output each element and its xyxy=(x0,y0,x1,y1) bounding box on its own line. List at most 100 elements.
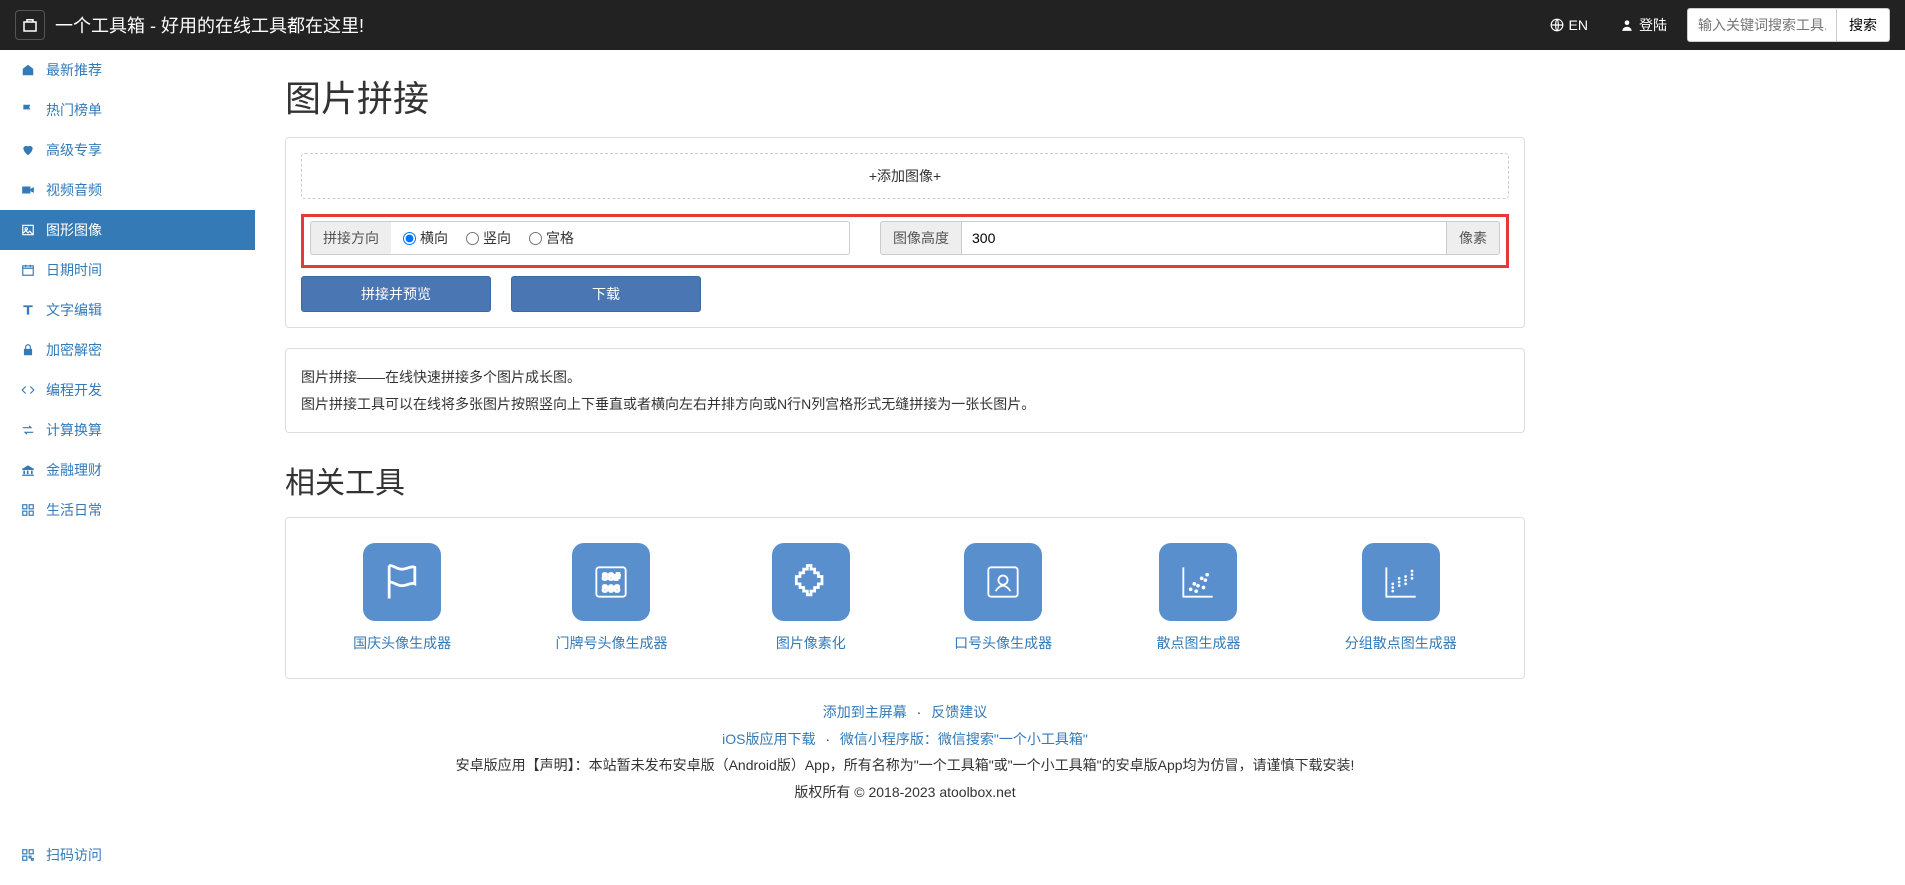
globe-icon xyxy=(1550,18,1564,32)
sidebar-item-life[interactable]: 生活日常 xyxy=(0,490,255,530)
tool-icon xyxy=(964,543,1042,621)
life-icon xyxy=(20,503,36,517)
direction-radios: 横向 竖向 宫格 xyxy=(391,221,850,255)
height-label: 图像高度 xyxy=(880,221,961,255)
sidebar-item-exchange[interactable]: 计算换算 xyxy=(0,410,255,450)
tool-label: 国庆头像生成器 xyxy=(353,633,451,653)
tool-label: 门牌号头像生成器 xyxy=(555,633,667,653)
navbar-right: EN 登陆 搜索 xyxy=(1538,8,1890,42)
sidebar-item-code[interactable]: 编程开发 xyxy=(0,370,255,410)
user-icon xyxy=(1620,18,1634,32)
height-input[interactable] xyxy=(961,221,1447,255)
sidebar-item-home[interactable]: 最新推荐 xyxy=(0,50,255,90)
desc-line-2: 图片拼接工具可以在线将多张图片按照竖向上下垂直或者横向左右并排方向或N行N列宫格… xyxy=(301,391,1509,418)
sidebar-item-label: 扫码访问 xyxy=(46,845,102,865)
tool-label: 散点图生成器 xyxy=(1156,633,1240,653)
lock-icon xyxy=(20,343,36,357)
search-group: 搜索 xyxy=(1687,8,1890,42)
tool-icon xyxy=(363,543,441,621)
login-button[interactable]: 登陆 xyxy=(1608,8,1679,42)
brand-icon[interactable] xyxy=(15,10,45,40)
sidebar-item-label: 生活日常 xyxy=(46,500,102,520)
sidebar-item-money[interactable]: 金融理财 xyxy=(0,450,255,490)
tool-card[interactable]: 散点图生成器 xyxy=(1156,543,1240,653)
tool-card[interactable]: 88#808 门牌号头像生成器 xyxy=(555,543,667,653)
tool-card[interactable]: 国庆头像生成器 xyxy=(353,543,451,653)
dropzone[interactable]: +添加图像+ xyxy=(301,153,1509,199)
height-unit: 像素 xyxy=(1447,221,1500,255)
money-icon xyxy=(20,463,36,477)
download-button[interactable]: 下载 xyxy=(511,276,701,312)
navbar: 一个工具箱 - 好用的在线工具都在这里! EN 登陆 搜索 xyxy=(0,0,1905,50)
tool-label: 分组散点图生成器 xyxy=(1345,633,1457,653)
tool-card[interactable]: 图片像素化 xyxy=(772,543,850,653)
related-title: 相关工具 xyxy=(285,458,1525,502)
search-input[interactable] xyxy=(1687,8,1837,42)
direction-group: 拼接方向 横向 竖向 宫格 xyxy=(310,221,850,255)
sidebar-item-calendar[interactable]: 日期时间 xyxy=(0,250,255,290)
login-label: 登陆 xyxy=(1639,15,1667,35)
sidebar-item-label: 文字编辑 xyxy=(46,300,102,320)
text-icon xyxy=(20,303,36,317)
exchange-icon xyxy=(20,423,36,437)
sidebar-item-text[interactable]: 文字编辑 xyxy=(0,290,255,330)
footer-link-homescreen[interactable]: 添加到主屏幕 xyxy=(823,704,907,720)
radio-vertical[interactable]: 竖向 xyxy=(466,228,511,248)
footer-link-wechat[interactable]: 微信小程序版：微信搜索"一个小工具箱" xyxy=(840,731,1088,747)
lang-button[interactable]: EN xyxy=(1538,10,1600,40)
flag-icon xyxy=(20,103,36,117)
radio-grid[interactable]: 宫格 xyxy=(529,228,574,248)
calendar-icon xyxy=(20,263,36,277)
svg-text:88#: 88# xyxy=(602,572,621,583)
image-icon xyxy=(20,223,36,237)
code-icon xyxy=(20,383,36,397)
heart-icon xyxy=(20,143,36,157)
tool-card[interactable]: 分组散点图生成器 xyxy=(1345,543,1457,653)
footer-disclaimer: 安卓版应用【声明】：本站暂未发布安卓版（Android版）App，所有名称为"一… xyxy=(285,752,1525,779)
sidebar-item-label: 日期时间 xyxy=(46,260,102,280)
sidebar-item-qr[interactable]: 扫码访问 xyxy=(0,835,255,875)
desc-line-1: 图片拼接——在线快速拼接多个图片成长图。 xyxy=(301,364,1509,391)
related-tools-panel: 国庆头像生成器 88#808 门牌号头像生成器 图片像素化 口号头像生成器散点图生成器 分… xyxy=(285,517,1525,679)
footer-link-feedback[interactable]: 反馈建议 xyxy=(931,704,987,720)
search-button[interactable]: 搜索 xyxy=(1837,8,1890,42)
description-panel: 图片拼接——在线快速拼接多个图片成长图。 图片拼接工具可以在线将多张图片按照竖向… xyxy=(285,348,1525,433)
tool-panel: +添加图像+ 拼接方向 横向 竖向 宫格 图像高度 像素 拼接 xyxy=(285,137,1525,328)
sidebar-item-label: 最新推荐 xyxy=(46,60,102,80)
sidebar-item-label: 高级专享 xyxy=(46,140,102,160)
sidebar-item-label: 热门榜单 xyxy=(46,100,102,120)
footer-copyright: 版权所有 © 2018-2023 atoolbox.net xyxy=(285,779,1525,806)
qr-icon xyxy=(20,848,36,862)
sidebar-item-lock[interactable]: 加密解密 xyxy=(0,330,255,370)
page-title: 图片拼接 xyxy=(285,70,1525,122)
preview-button[interactable]: 拼接并预览 xyxy=(301,276,491,312)
sidebar-item-label: 视频音频 xyxy=(46,180,102,200)
button-row: 拼接并预览 下载 xyxy=(301,276,1509,312)
tool-card[interactable]: 口号头像生成器 xyxy=(954,543,1052,653)
sidebar-item-label: 加密解密 xyxy=(46,340,102,360)
sidebar-item-label: 编程开发 xyxy=(46,380,102,400)
sidebar-item-video[interactable]: 视频音频 xyxy=(0,170,255,210)
sidebar-item-label: 图形图像 xyxy=(46,220,102,240)
direction-label: 拼接方向 xyxy=(310,221,391,255)
tool-icon xyxy=(772,543,850,621)
radio-horizontal[interactable]: 横向 xyxy=(403,228,448,248)
navbar-left: 一个工具箱 - 好用的在线工具都在这里! xyxy=(15,10,364,40)
sidebar-item-flag[interactable]: 热门榜单 xyxy=(0,90,255,130)
footer-link-ios[interactable]: iOS版应用下载 xyxy=(722,731,815,747)
home-icon xyxy=(20,63,36,77)
footer: 添加到主屏幕 · 反馈建议 iOS版应用下载 · 微信小程序版：微信搜索"一个小… xyxy=(285,679,1525,815)
brand-title[interactable]: 一个工具箱 - 好用的在线工具都在这里! xyxy=(55,12,364,38)
tool-icon xyxy=(1362,543,1440,621)
sidebar-item-label: 金融理财 xyxy=(46,460,102,480)
video-icon xyxy=(20,183,36,197)
svg-text:808: 808 xyxy=(602,584,620,595)
sidebar: 最新推荐热门榜单高级专享视频音频图形图像日期时间文字编辑加密解密编程开发计算换算… xyxy=(0,50,255,885)
lang-label: EN xyxy=(1569,17,1588,33)
sidebar-item-heart[interactable]: 高级专享 xyxy=(0,130,255,170)
tool-icon: 88#808 xyxy=(572,543,650,621)
options-row: 拼接方向 横向 竖向 宫格 图像高度 像素 xyxy=(301,214,1509,268)
tool-icon xyxy=(1159,543,1237,621)
tool-label: 图片像素化 xyxy=(772,633,850,653)
sidebar-item-image[interactable]: 图形图像 xyxy=(0,210,255,250)
